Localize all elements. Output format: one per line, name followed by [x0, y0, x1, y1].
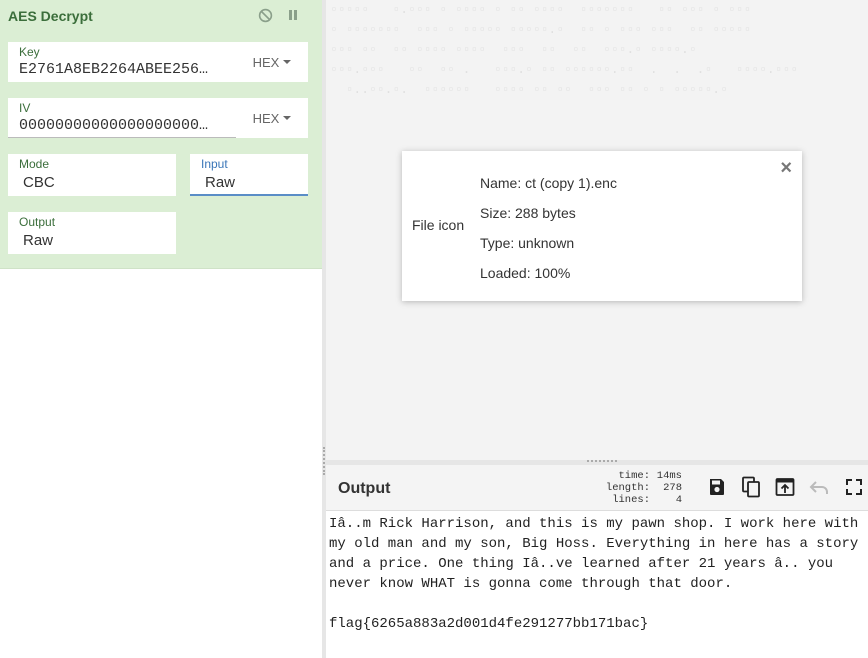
- iv-format-label: HEX: [252, 110, 280, 126]
- key-label: Key: [19, 45, 40, 59]
- stat-value: 4: [675, 494, 682, 506]
- stat-length: length: 278: [598, 482, 682, 494]
- replace-input-icon[interactable]: [773, 475, 797, 499]
- stat-time: time: 14ms: [598, 470, 682, 482]
- input-panel[interactable]: ▫▫▫▫▫ ▫.▫▫▫ ▫ ▫▫▫▫ ▫ ▫▫ ▫▫▫▫ ▫▫▫▫▫▫▫ ▫▫ …: [326, 0, 868, 460]
- output-title: Output: [338, 480, 391, 497]
- stat-key: lines:: [612, 494, 650, 506]
- iv-value: 00000000000000000000…: [19, 117, 209, 134]
- pause-icon[interactable]: [284, 6, 302, 24]
- resize-grip-icon: [587, 460, 617, 462]
- file-type: Type: unknown: [480, 235, 575, 251]
- iv-format-dropdown[interactable]: HEX: [236, 98, 308, 138]
- file-loaded: Loaded: 100%: [480, 265, 571, 281]
- chevron-down-icon: [283, 116, 292, 120]
- output-format-value: Raw: [23, 232, 54, 249]
- stat-value: 278: [663, 482, 682, 494]
- file-name: Name: ct (copy 1).enc: [480, 175, 617, 191]
- stat-key: time:: [618, 470, 650, 482]
- input-format-label: Input: [201, 157, 228, 171]
- file-details-card: File icon Name: ct (copy 1).enc Size: 28…: [402, 151, 802, 301]
- mode-value: CBC: [23, 174, 55, 191]
- iv-field[interactable]: IV 00000000000000000000…: [8, 98, 236, 138]
- copy-icon[interactable]: [739, 475, 763, 499]
- stat-lines: lines: 4: [598, 494, 682, 506]
- stat-value: 14ms: [656, 470, 682, 482]
- file-size: Size: 288 bytes: [480, 205, 576, 221]
- disable-icon[interactable]: [256, 6, 274, 24]
- iv-label: IV: [19, 101, 31, 115]
- output-format-select[interactable]: Output Raw: [8, 212, 176, 254]
- maximize-icon[interactable]: [842, 475, 866, 499]
- output-header: Output time: 14ms length: 278 lines: 4: [326, 465, 868, 511]
- output-format-label: Output: [19, 215, 56, 229]
- key-format-label: HEX: [252, 54, 280, 70]
- operation-title: AES Decrypt: [8, 8, 93, 24]
- key-format-dropdown[interactable]: HEX: [236, 42, 308, 82]
- resize-grip-icon: [323, 447, 325, 475]
- output-stats: time: 14ms length: 278 lines: 4: [598, 470, 682, 506]
- close-icon[interactable]: ×: [780, 157, 792, 180]
- output-text[interactable]: Iâ..m Rick Harrison, and this is my pawn…: [326, 511, 868, 658]
- key-field[interactable]: Key E2761A8EB2264ABEE256…: [8, 42, 236, 82]
- mode-select[interactable]: Mode CBC: [8, 154, 176, 196]
- save-icon[interactable]: [705, 475, 729, 499]
- file-icon: File icon: [412, 217, 465, 233]
- stat-key: length:: [605, 482, 650, 494]
- recipe-panel: AES Decrypt Key E2761A8EB2264ABEE256… HE…: [0, 0, 322, 658]
- input-background-text: ▫▫▫▫▫ ▫.▫▫▫ ▫ ▫▫▫▫ ▫ ▫▫ ▫▫▫▫ ▫▫▫▫▫▫▫ ▫▫ …: [330, 2, 799, 97]
- aes-decrypt-operation: AES Decrypt Key E2761A8EB2264ABEE256… HE…: [0, 0, 322, 269]
- input-format-select[interactable]: Input Raw: [190, 154, 308, 196]
- key-value: E2761A8EB2264ABEE256…: [19, 61, 209, 78]
- undo-icon[interactable]: [807, 475, 831, 499]
- mode-label: Mode: [19, 157, 50, 171]
- chevron-down-icon: [283, 60, 292, 64]
- input-format-value: Raw: [205, 174, 236, 191]
